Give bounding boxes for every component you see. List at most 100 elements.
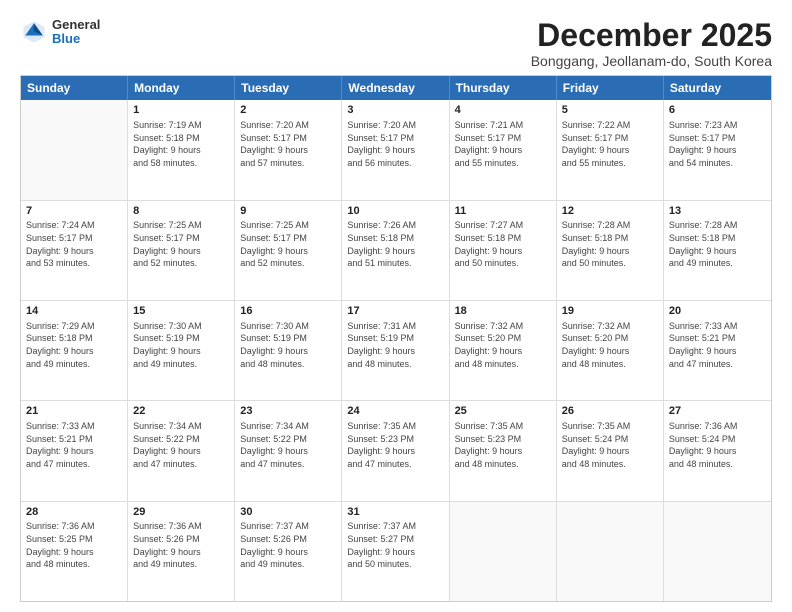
cell-info-line: and 47 minutes. [669,358,766,371]
cell-info-line: Sunrise: 7:30 AM [133,320,229,333]
cell-info-line: Sunrise: 7:21 AM [455,119,551,132]
cal-cell: 24Sunrise: 7:35 AMSunset: 5:23 PMDayligh… [342,401,449,500]
cell-info-line: and 47 minutes. [347,458,443,471]
day-number: 20 [669,304,766,319]
day-number: 7 [26,204,122,219]
cell-info-line: and 48 minutes. [562,458,658,471]
cal-cell: 15Sunrise: 7:30 AMSunset: 5:19 PMDayligh… [128,301,235,400]
cell-info-line: and 47 minutes. [133,458,229,471]
cell-info-line: Daylight: 9 hours [26,546,122,559]
cell-info-line: Sunset: 5:24 PM [669,433,766,446]
cal-cell: 4Sunrise: 7:21 AMSunset: 5:17 PMDaylight… [450,100,557,199]
cell-info-line: Sunset: 5:17 PM [133,232,229,245]
cell-info-line: Sunset: 5:18 PM [26,332,122,345]
cal-cell: 31Sunrise: 7:37 AMSunset: 5:27 PMDayligh… [342,502,449,601]
cell-info-line: Sunset: 5:17 PM [347,132,443,145]
header-saturday: Saturday [664,76,771,100]
cell-info-line: Daylight: 9 hours [133,345,229,358]
header-thursday: Thursday [450,76,557,100]
cell-info-line: and 48 minutes. [347,358,443,371]
cal-cell: 8Sunrise: 7:25 AMSunset: 5:17 PMDaylight… [128,201,235,300]
cell-info-line: Sunset: 5:26 PM [133,533,229,546]
location: Bonggang, Jeollanam-do, South Korea [531,53,772,69]
cal-cell: 29Sunrise: 7:36 AMSunset: 5:26 PMDayligh… [128,502,235,601]
cal-row-1: 1Sunrise: 7:19 AMSunset: 5:18 PMDaylight… [21,100,771,200]
cell-info-line: Daylight: 9 hours [240,445,336,458]
cal-cell: 5Sunrise: 7:22 AMSunset: 5:17 PMDaylight… [557,100,664,199]
cell-info-line: Sunset: 5:17 PM [455,132,551,145]
cell-info-line: Sunset: 5:25 PM [26,533,122,546]
cal-cell [664,502,771,601]
cell-info-line: Sunrise: 7:28 AM [562,219,658,232]
cell-info-line: and 48 minutes. [562,358,658,371]
cell-info-line: Daylight: 9 hours [669,144,766,157]
cell-info-line: Sunset: 5:21 PM [26,433,122,446]
cell-info-line: Sunset: 5:20 PM [455,332,551,345]
logo-general-text: General [52,18,100,32]
cell-info-line: Daylight: 9 hours [26,345,122,358]
cell-info-line: Daylight: 9 hours [455,345,551,358]
cell-info-line: Sunset: 5:17 PM [669,132,766,145]
cell-info-line: Sunrise: 7:37 AM [347,520,443,533]
day-number: 2 [240,103,336,118]
cell-info-line: Sunrise: 7:35 AM [455,420,551,433]
cell-info-line: and 55 minutes. [562,157,658,170]
cell-info-line: Sunrise: 7:25 AM [133,219,229,232]
cell-info-line: Sunset: 5:21 PM [669,332,766,345]
cell-info-line: Sunset: 5:20 PM [562,332,658,345]
cell-info-line: Daylight: 9 hours [240,345,336,358]
cell-info-line: Sunrise: 7:33 AM [669,320,766,333]
cell-info-line: Sunrise: 7:26 AM [347,219,443,232]
logo-blue-text: Blue [52,32,100,46]
cell-info-line: Sunrise: 7:20 AM [347,119,443,132]
cell-info-line: Sunset: 5:17 PM [562,132,658,145]
cell-info-line: Sunset: 5:17 PM [240,132,336,145]
cell-info-line: Sunset: 5:18 PM [669,232,766,245]
cal-cell: 1Sunrise: 7:19 AMSunset: 5:18 PMDaylight… [128,100,235,199]
day-number: 16 [240,304,336,319]
day-number: 25 [455,404,551,419]
cell-info-line: Sunrise: 7:27 AM [455,219,551,232]
day-number: 30 [240,505,336,520]
cell-info-line: Sunset: 5:26 PM [240,533,336,546]
day-number: 26 [562,404,658,419]
cell-info-line: Daylight: 9 hours [240,546,336,559]
cell-info-line: Daylight: 9 hours [455,445,551,458]
cal-cell: 20Sunrise: 7:33 AMSunset: 5:21 PMDayligh… [664,301,771,400]
cal-cell: 19Sunrise: 7:32 AMSunset: 5:20 PMDayligh… [557,301,664,400]
cal-cell: 27Sunrise: 7:36 AMSunset: 5:24 PMDayligh… [664,401,771,500]
cell-info-line: Sunset: 5:22 PM [133,433,229,446]
cal-cell: 2Sunrise: 7:20 AMSunset: 5:17 PMDaylight… [235,100,342,199]
cell-info-line: Daylight: 9 hours [562,345,658,358]
cell-info-line: Sunrise: 7:32 AM [455,320,551,333]
day-number: 28 [26,505,122,520]
cell-info-line: Sunset: 5:22 PM [240,433,336,446]
cal-cell: 12Sunrise: 7:28 AMSunset: 5:18 PMDayligh… [557,201,664,300]
cal-cell: 26Sunrise: 7:35 AMSunset: 5:24 PMDayligh… [557,401,664,500]
cell-info-line: Sunrise: 7:19 AM [133,119,229,132]
cal-cell: 21Sunrise: 7:33 AMSunset: 5:21 PMDayligh… [21,401,128,500]
cell-info-line: and 47 minutes. [240,458,336,471]
header-friday: Friday [557,76,664,100]
cell-info-line: and 53 minutes. [26,257,122,270]
cell-info-line: Daylight: 9 hours [347,345,443,358]
cell-info-line: Sunrise: 7:36 AM [133,520,229,533]
day-number: 12 [562,204,658,219]
cell-info-line: and 57 minutes. [240,157,336,170]
header-monday: Monday [128,76,235,100]
cell-info-line: and 49 minutes. [133,558,229,571]
cell-info-line: Sunrise: 7:31 AM [347,320,443,333]
header-sunday: Sunday [21,76,128,100]
cell-info-line: Sunset: 5:19 PM [133,332,229,345]
cell-info-line: and 47 minutes. [26,458,122,471]
cal-cell [21,100,128,199]
cell-info-line: Sunrise: 7:25 AM [240,219,336,232]
cell-info-line: Sunrise: 7:20 AM [240,119,336,132]
cell-info-line: Sunrise: 7:33 AM [26,420,122,433]
logo-text: General Blue [52,18,100,47]
cell-info-line: Sunrise: 7:32 AM [562,320,658,333]
day-number: 4 [455,103,551,118]
cell-info-line: Sunrise: 7:22 AM [562,119,658,132]
cell-info-line: Sunrise: 7:36 AM [26,520,122,533]
cell-info-line: and 55 minutes. [455,157,551,170]
